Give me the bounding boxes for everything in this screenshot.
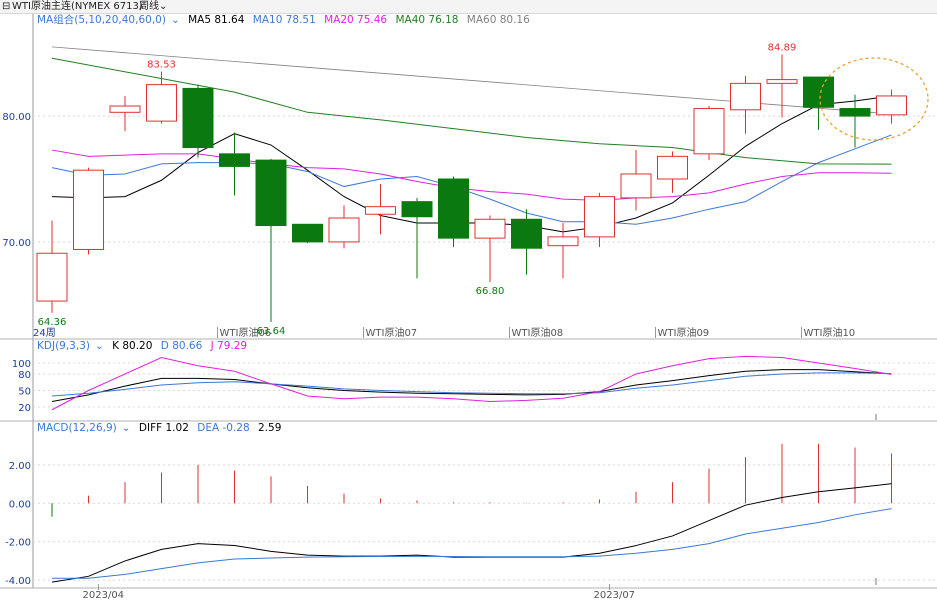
candle-body[interactable]: [255, 159, 287, 227]
candle-body[interactable]: [73, 169, 104, 250]
kdj-d-value: D 80.66: [160, 340, 203, 352]
candle-body[interactable]: [730, 82, 761, 111]
ma-legend: MA组合(5,10,20,40,60,0) ⌄ MA5 81.64 MA10 78…: [37, 13, 535, 27]
candle-body[interactable]: [657, 155, 688, 180]
candle-body[interactable]: [182, 87, 214, 149]
candle-body[interactable]: [803, 76, 834, 108]
macd-legend: MACD(12,26,9) ⌄ DIFF 1.02 DEA -0.28 2.59: [37, 421, 286, 435]
ma-group-label[interactable]: MA组合(5,10,20,40,60,0): [37, 14, 166, 26]
candle-body[interactable]: [474, 218, 506, 239]
candle-body[interactable]: [328, 217, 360, 243]
period-count-label: 24周: [33, 327, 56, 339]
kdj-line-d: [51, 372, 892, 397]
macd-y-tick: 0.00: [9, 499, 31, 510]
ma5-value: MA5 81.64: [188, 14, 245, 26]
price-y-tick: 80.00: [2, 112, 31, 123]
ma-line-ma60: [51, 46, 892, 115]
candle-body[interactable]: [109, 105, 141, 113]
candle-body[interactable]: [693, 108, 725, 155]
candle-body[interactable]: [839, 108, 871, 117]
price-x-tick-label: WTI原油08: [512, 326, 564, 339]
macd-label[interactable]: MACD(12,26,9): [37, 422, 117, 434]
candle-body[interactable]: [620, 173, 652, 199]
chevron-down-icon[interactable]: ⌄: [171, 14, 180, 26]
kdj-legend: KDJ(9,3,3) ⌄ K 80.20 D 80.66 J 79.29: [37, 339, 252, 353]
price-annotation: 83.53: [147, 60, 176, 71]
kdj-y-tick: 50: [18, 387, 31, 398]
candle-body[interactable]: [365, 206, 396, 215]
stock-chart: 70.0080.00WTI原油06 WTI原油07 WTI原油08 WTI原油09 WT…: [0, 14, 937, 601]
ma60-value: MA60 80.16: [466, 14, 530, 26]
price-y-tick: 70.00: [2, 238, 31, 249]
kdj-label[interactable]: KDJ(9,3,3): [37, 340, 90, 352]
price-annotation: 66.80: [476, 286, 505, 297]
price-annotation: 64.36: [38, 317, 67, 328]
candle-body[interactable]: [584, 196, 615, 238]
candle-body[interactable]: [766, 79, 798, 84]
chevron-down-icon[interactable]: ⌄: [122, 422, 131, 434]
candle-body[interactable]: [511, 218, 542, 249]
kdj-j-value: J 79.29: [210, 340, 248, 352]
kdj-y-tick: 100: [12, 359, 31, 370]
kdj-line-k: [51, 369, 892, 402]
price-x-tick-label: WTI原油09: [658, 326, 710, 339]
date-axis-label: 2023/07: [594, 590, 636, 601]
ma-line-ma5: [51, 95, 892, 233]
date-axis-label: 2023/04: [83, 590, 125, 601]
candle-body[interactable]: [876, 95, 907, 116]
price-x-tick-label: WTI原油07: [366, 326, 418, 339]
kdj-y-tick: 80: [18, 370, 31, 381]
macd-y-tick: -4.00: [5, 576, 31, 587]
macd-line-dea: [52, 508, 892, 579]
ma-line-ma40: [51, 57, 892, 165]
candle-body[interactable]: [292, 223, 323, 243]
price-x-tick-label: WTI原油10: [804, 326, 856, 339]
kdj-line-j: [51, 355, 892, 411]
price-annotation: 84.89: [768, 43, 797, 54]
macd-diff-value: DIFF 1.02: [138, 422, 189, 434]
chevron-down-icon[interactable]: ⌄: [95, 340, 104, 352]
macd-dea-value: DEA -0.28: [197, 422, 250, 434]
candle-body[interactable]: [547, 236, 579, 247]
candle-body[interactable]: [219, 153, 250, 167]
ma40-value: MA40 76.18: [395, 14, 459, 26]
macd-y-tick: -2.00: [5, 538, 31, 549]
kdj-k-value: K 80.20: [112, 340, 153, 352]
candle-body[interactable]: [401, 201, 433, 218]
macd-hist-value: 2.59: [258, 422, 282, 434]
candle-body[interactable]: [438, 178, 469, 239]
price-annotation: 63.64: [257, 326, 286, 337]
candle-body[interactable]: [36, 252, 68, 302]
candle-body[interactable]: [146, 84, 177, 122]
ma10-value: MA10 78.51: [252, 14, 316, 26]
highlight-ellipse: [819, 57, 929, 141]
ma20-value: MA20 75.46: [324, 14, 388, 26]
macd-y-tick: 2.00: [9, 461, 31, 472]
kdj-y-tick: 20: [18, 403, 31, 414]
macd-line-diff: [51, 483, 892, 583]
